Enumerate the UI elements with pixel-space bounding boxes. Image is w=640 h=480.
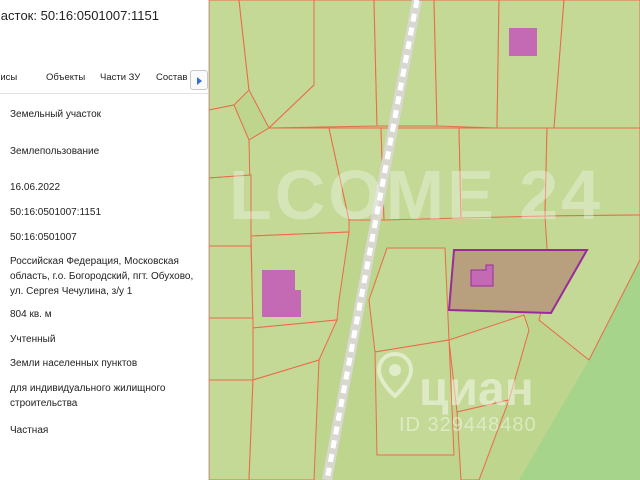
parcel[interactable] — [209, 317, 254, 381]
cadastral-number: 50:16:0501007:1151 — [10, 207, 102, 218]
land-rights: Землепользование — [10, 146, 100, 157]
parcel[interactable] — [458, 127, 548, 219]
parcel[interactable] — [433, 0, 500, 129]
parcel[interactable] — [544, 127, 640, 217]
tab-bar: рвисы Объекты Части ЗУ Состав — [0, 64, 208, 94]
parcel[interactable] — [209, 174, 252, 247]
permitted-use: для индивидуального жилищного строительс… — [10, 383, 166, 409]
cadastral-quarter: 50:16:0501007 — [10, 232, 77, 243]
tabs-next-button[interactable] — [190, 70, 208, 90]
land-category: Земли населенных пунктов — [10, 358, 138, 369]
location-pin-icon — [377, 352, 413, 398]
registration-date: 16.06.2022 — [10, 182, 61, 193]
tab-services[interactable]: рвисы — [0, 72, 17, 83]
info-panel: частoк: 50:16:0501007:1151 рвисы Объекты… — [0, 0, 209, 480]
parcel[interactable] — [553, 0, 640, 129]
tab-parts[interactable]: Части ЗУ — [100, 72, 140, 83]
parcel[interactable] — [209, 245, 254, 319]
page-title: частoк: 50:16:0501007:1151 — [0, 8, 159, 23]
building — [509, 28, 537, 56]
ownership-type: Частная — [10, 425, 49, 436]
land-area: 804 кв. м — [10, 309, 52, 320]
map-canvas[interactable] — [209, 0, 640, 480]
chevron-right-icon — [197, 77, 202, 85]
parcel[interactable] — [209, 379, 254, 480]
address: Российская Федерация, Московская область… — [10, 256, 194, 297]
parcel[interactable] — [248, 359, 320, 480]
cadastral-map[interactable]: LCOME 24 циан ID 329448480 — [209, 0, 640, 480]
land-type: Земельный участок — [10, 109, 102, 120]
tab-objects[interactable]: Объекты — [46, 72, 85, 83]
parcel[interactable] — [496, 0, 565, 129]
tab-composition[interactable]: Состав — [156, 72, 187, 83]
land-status: Учтенный — [10, 334, 56, 345]
